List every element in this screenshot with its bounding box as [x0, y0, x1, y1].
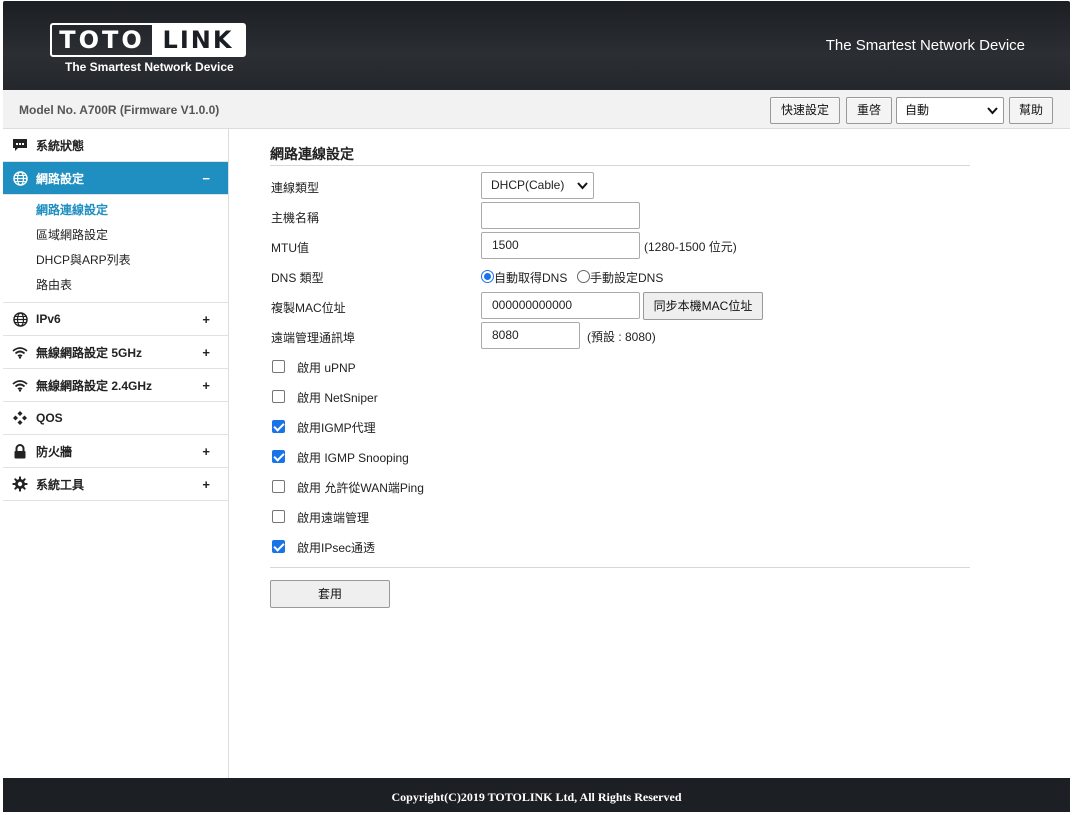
sidebar-item-label: 系統狀態 — [36, 138, 85, 153]
network-submenu: 網路連線設定 區域網路設定 DHCP與ARP列表 路由表 — [3, 195, 228, 303]
expand-icon: + — [202, 378, 210, 393]
top-toolbar: Model No. A700R (Firmware V1.0.0) 快速設定 重… — [3, 90, 1070, 129]
wan-ping-label: 啟用 允許從WAN端Ping — [297, 481, 424, 495]
remote-port-input[interactable]: 8080 — [481, 322, 580, 349]
igmp-snooping-label: 啟用 IGMP Snooping — [297, 451, 409, 465]
wifi-icon — [12, 377, 28, 393]
sidebar-item-network-settings[interactable]: 網路設定 − — [3, 162, 228, 195]
logo-text-right: LINK — [152, 25, 244, 55]
igmp-proxy-label: 啟用IGMP代理 — [297, 421, 376, 435]
sidebar-item-label: 無線網路設定 5GHz — [36, 345, 143, 360]
main-content: 網路連線設定 連線類型 DHCP(Cable) 主機名稱 MTU值 1500 (… — [230, 129, 1070, 778]
ipsec-passthrough-label: 啟用IPsec通透 — [297, 541, 376, 555]
apply-button[interactable]: 套用 — [270, 580, 390, 608]
submenu-item-wan-setup[interactable]: 網路連線設定 — [3, 198, 228, 223]
sidebar-item-firewall[interactable]: 防火牆 + — [3, 435, 228, 468]
expand-icon: + — [202, 312, 210, 327]
wifi-icon — [12, 344, 28, 360]
sidebar-item-label: 系統工具 — [36, 477, 85, 492]
chat-icon — [12, 137, 28, 153]
expand-icon: + — [202, 345, 210, 360]
sync-mac-button[interactable]: 同步本機MAC位址 — [643, 292, 763, 320]
reboot-button[interactable]: 重啓 — [846, 97, 892, 124]
page-title: 網路連線設定 — [270, 146, 354, 162]
sidebar-item-qos[interactable]: QOS — [3, 402, 228, 435]
connection-type-label: 連線類型 — [271, 181, 320, 195]
collapse-icon: − — [202, 171, 210, 186]
sidebar-item-wireless-24ghz[interactable]: 無線網路設定 2.4GHz + — [3, 369, 228, 402]
sidebar-item-label: QOS — [36, 411, 63, 425]
language-select[interactable]: 自動 — [896, 97, 1004, 124]
dns-auto-label: 自動取得DNS — [494, 271, 568, 285]
model-number: Model No. A700R (Firmware V1.0.0) — [19, 103, 220, 117]
help-button[interactable]: 幫助 — [1009, 97, 1053, 124]
language-select-value: 自動 — [905, 103, 930, 117]
mtu-hint: (1280-1500 位元) — [644, 240, 737, 254]
sidebar-item-system-status[interactable]: 系統狀態 — [3, 129, 228, 162]
hostname-label: 主機名稱 — [271, 211, 320, 225]
gear-icon — [12, 476, 28, 492]
remote-port-hint: (預設 : 8080) — [587, 330, 656, 344]
ipsec-passthrough-checkbox[interactable] — [272, 540, 285, 553]
netsniper-checkbox[interactable] — [272, 390, 285, 403]
sidebar-item-wireless-5ghz[interactable]: 無線網路設定 5GHz + — [3, 336, 228, 369]
dns-type-label: DNS 類型 — [271, 271, 324, 285]
remote-port-label: 遠端管理通訊埠 — [271, 331, 356, 345]
sidebar-item-system-tools[interactable]: 系統工具 + — [3, 468, 228, 501]
sidebar: 系統狀態 網路設定 − 網路連線設定 區域網路設定 DHCP與ARP列表 路由表… — [3, 129, 229, 778]
totolink-logo: TOTO LINK — [50, 23, 246, 57]
logo-text-left: TOTO — [59, 26, 145, 54]
sidebar-item-label: 網路設定 — [36, 171, 85, 186]
submenu-item-lan-setup[interactable]: 區域網路設定 — [3, 223, 228, 248]
sidebar-item-label: IPv6 — [36, 312, 61, 326]
globe-icon — [12, 170, 28, 186]
submenu-item-routing-table[interactable]: 路由表 — [3, 273, 228, 298]
remote-management-checkbox[interactable] — [272, 510, 285, 523]
footer-copyright: Copyright(C)2019 TOTOLINK Ltd, All Right… — [3, 778, 1070, 812]
header-bar: TOTO LINK The Smartest Network Device Th… — [3, 1, 1070, 90]
hostname-input[interactable] — [481, 202, 640, 229]
upnp-label: 啟用 uPNP — [297, 361, 356, 375]
expand-icon: + — [202, 477, 210, 492]
upnp-checkbox[interactable] — [272, 360, 285, 373]
logo-tagline: The Smartest Network Device — [65, 60, 234, 74]
dns-auto-radio[interactable] — [481, 270, 494, 283]
title-divider — [270, 165, 970, 166]
mtu-label: MTU值 — [271, 241, 309, 255]
dns-manual-radio[interactable] — [577, 270, 590, 283]
quick-setup-button[interactable]: 快速設定 — [770, 97, 840, 124]
submenu-item-dhcp-arp[interactable]: DHCP與ARP列表 — [3, 248, 228, 273]
header-slogan: The Smartest Network Device — [825, 37, 1025, 54]
chevron-down-icon — [987, 98, 998, 133]
wan-ping-checkbox[interactable] — [272, 480, 285, 493]
netsniper-label: 啟用 NetSniper — [297, 391, 378, 405]
dns-manual-label: 手動設定DNS — [590, 271, 664, 285]
connection-type-value: DHCP(Cable) — [491, 178, 565, 192]
globe-icon — [12, 311, 28, 327]
qos-icon — [12, 410, 28, 426]
sidebar-item-ipv6[interactable]: IPv6 + — [3, 303, 228, 336]
expand-icon: + — [202, 444, 210, 459]
connection-type-select[interactable]: DHCP(Cable) — [481, 172, 594, 199]
igmp-proxy-checkbox[interactable] — [272, 420, 285, 433]
lock-icon — [12, 443, 28, 459]
form-divider — [270, 567, 970, 568]
mac-address-input[interactable]: 000000000000 — [481, 292, 640, 319]
sidebar-item-label: 無線網路設定 2.4GHz — [36, 378, 153, 393]
mac-clone-label: 複製MAC位址 — [271, 301, 346, 315]
mtu-input[interactable]: 1500 — [481, 232, 640, 259]
remote-management-label: 啟用遠端管理 — [297, 511, 370, 525]
igmp-snooping-checkbox[interactable] — [272, 450, 285, 463]
sidebar-item-label: 防火牆 — [36, 444, 73, 459]
